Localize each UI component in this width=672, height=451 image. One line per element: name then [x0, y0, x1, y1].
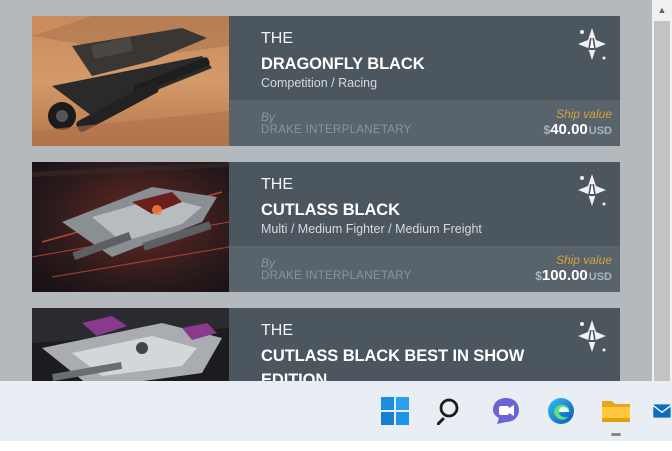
ship-name[interactable]: CUTLASS BLACK BEST IN SHOW EDITION — [261, 344, 561, 381]
ship-value-label: Ship value — [555, 253, 612, 267]
ship-price: $40.00USD — [543, 121, 612, 138]
ship-prefix: THE — [261, 176, 293, 193]
ship-footer: By DRAKE INTERPLANETARY Ship value $100.… — [229, 246, 620, 292]
scroll-up-arrow-icon[interactable]: ▲ — [652, 0, 672, 20]
ship-card[interactable]: THE CUTLASS BLACK Multi / Medium Fighter… — [32, 162, 620, 292]
screen-bottom-edge — [0, 441, 672, 451]
ship-badge-icon — [574, 316, 610, 356]
scroll-thumb[interactable] — [654, 21, 670, 381]
ship-price: $100.00USD — [535, 267, 612, 284]
ship-card[interactable]: THE DRAGONFLY BLACK Competition / Racing… — [32, 16, 620, 146]
edge-browser-icon[interactable] — [542, 392, 580, 430]
pledge-list-viewport: THE DRAGONFLY BLACK Competition / Racing… — [0, 0, 652, 381]
ship-footer: By DRAKE INTERPLANETARY Ship value $40.0… — [229, 100, 620, 146]
teams-chat-icon[interactable] — [487, 392, 525, 430]
active-app-indicator — [611, 433, 621, 436]
ship-prefix: THE — [261, 322, 293, 339]
ship-image[interactable] — [32, 308, 229, 381]
ship-value-label: Ship value — [555, 107, 612, 121]
ship-image[interactable] — [32, 16, 229, 146]
file-explorer-icon[interactable] — [597, 392, 635, 430]
search-icon[interactable] — [432, 392, 470, 430]
ship-role: Competition / Racing — [261, 76, 378, 90]
manufacturer-name: DRAKE INTERPLANETARY — [261, 270, 412, 282]
manufacturer-name: DRAKE INTERPLANETARY — [261, 124, 412, 136]
windows-start-icon[interactable] — [376, 392, 414, 430]
ship-badge-icon — [574, 24, 610, 64]
ship-info-panel: THE CUTLASS BLACK Multi / Medium Fighter… — [229, 162, 620, 292]
ship-info-panel: THE CUTLASS BLACK BEST IN SHOW EDITION — [229, 308, 620, 381]
ship-role: Multi / Medium Fighter / Medium Freight — [261, 222, 482, 236]
mail-icon[interactable] — [652, 392, 672, 430]
ship-name[interactable]: CUTLASS BLACK — [261, 198, 561, 222]
ship-info-panel: THE DRAGONFLY BLACK Competition / Racing… — [229, 16, 620, 146]
by-label: By — [261, 256, 276, 270]
ship-name[interactable]: DRAGONFLY BLACK — [261, 52, 561, 76]
ship-prefix: THE — [261, 30, 293, 47]
by-label: By — [261, 110, 276, 124]
ship-image[interactable] — [32, 162, 229, 292]
windows-taskbar — [0, 381, 672, 441]
ship-card[interactable]: THE CUTLASS BLACK BEST IN SHOW EDITION — [32, 308, 620, 381]
ship-badge-icon — [574, 170, 610, 210]
vertical-scrollbar[interactable]: ▲ — [652, 0, 672, 381]
